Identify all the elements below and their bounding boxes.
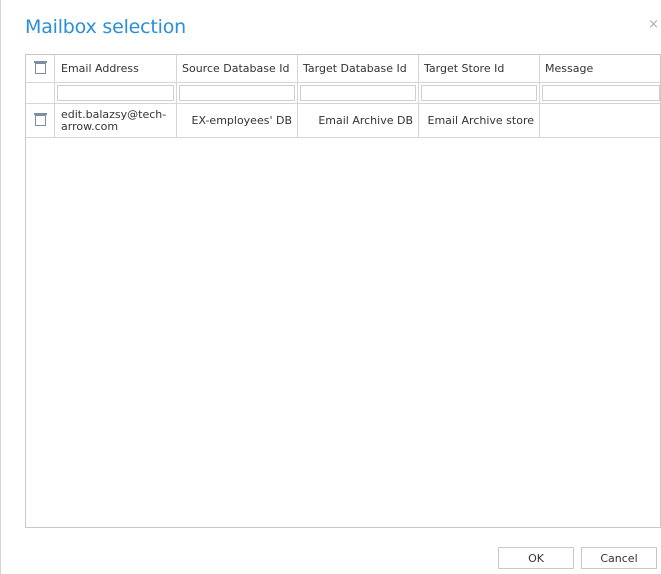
cancel-button[interactable]: Cancel — [581, 547, 657, 569]
grid-filter-row — [26, 82, 660, 104]
filter-message-input[interactable] — [542, 84, 660, 101]
cell-target-db: Email Archive DB — [298, 104, 419, 137]
cell-email: edit.balazsy@tech-arrow.com — [55, 104, 177, 137]
filter-source-db-input[interactable] — [179, 84, 295, 101]
cell-source-db: EX-employees' DB — [177, 104, 298, 137]
mailbox-grid: Email Address Source Database Id Target … — [25, 54, 661, 528]
cell-message — [540, 104, 660, 137]
cell-target-store: Email Archive store — [419, 104, 540, 137]
filter-target-db-input[interactable] — [300, 84, 416, 101]
ok-button[interactable]: OK — [498, 547, 574, 569]
row-checkbox[interactable] — [33, 113, 47, 126]
header-source-database-id[interactable]: Source Database Id — [177, 55, 298, 82]
filter-target-store-input[interactable] — [421, 84, 537, 101]
close-icon[interactable]: × — [648, 18, 659, 32]
table-row[interactable]: edit.balazsy@tech-arrow.com EX-employees… — [26, 104, 660, 138]
header-email-address[interactable]: Email Address — [55, 55, 177, 82]
dialog-title: Mailbox selection — [25, 16, 186, 38]
filter-spacer — [26, 82, 55, 103]
header-target-database-id[interactable]: Target Database Id — [298, 55, 419, 82]
filter-email-input[interactable] — [57, 84, 174, 101]
header-target-store-id[interactable]: Target Store Id — [419, 55, 540, 82]
grid-header-row: Email Address Source Database Id Target … — [26, 55, 660, 83]
select-all-cell — [26, 55, 55, 82]
mailbox-selection-dialog: Mailbox selection × Email Address Source… — [0, 0, 661, 574]
header-message[interactable]: Message — [540, 55, 660, 82]
select-all-checkbox[interactable] — [33, 61, 47, 74]
row-select-cell — [26, 104, 55, 137]
